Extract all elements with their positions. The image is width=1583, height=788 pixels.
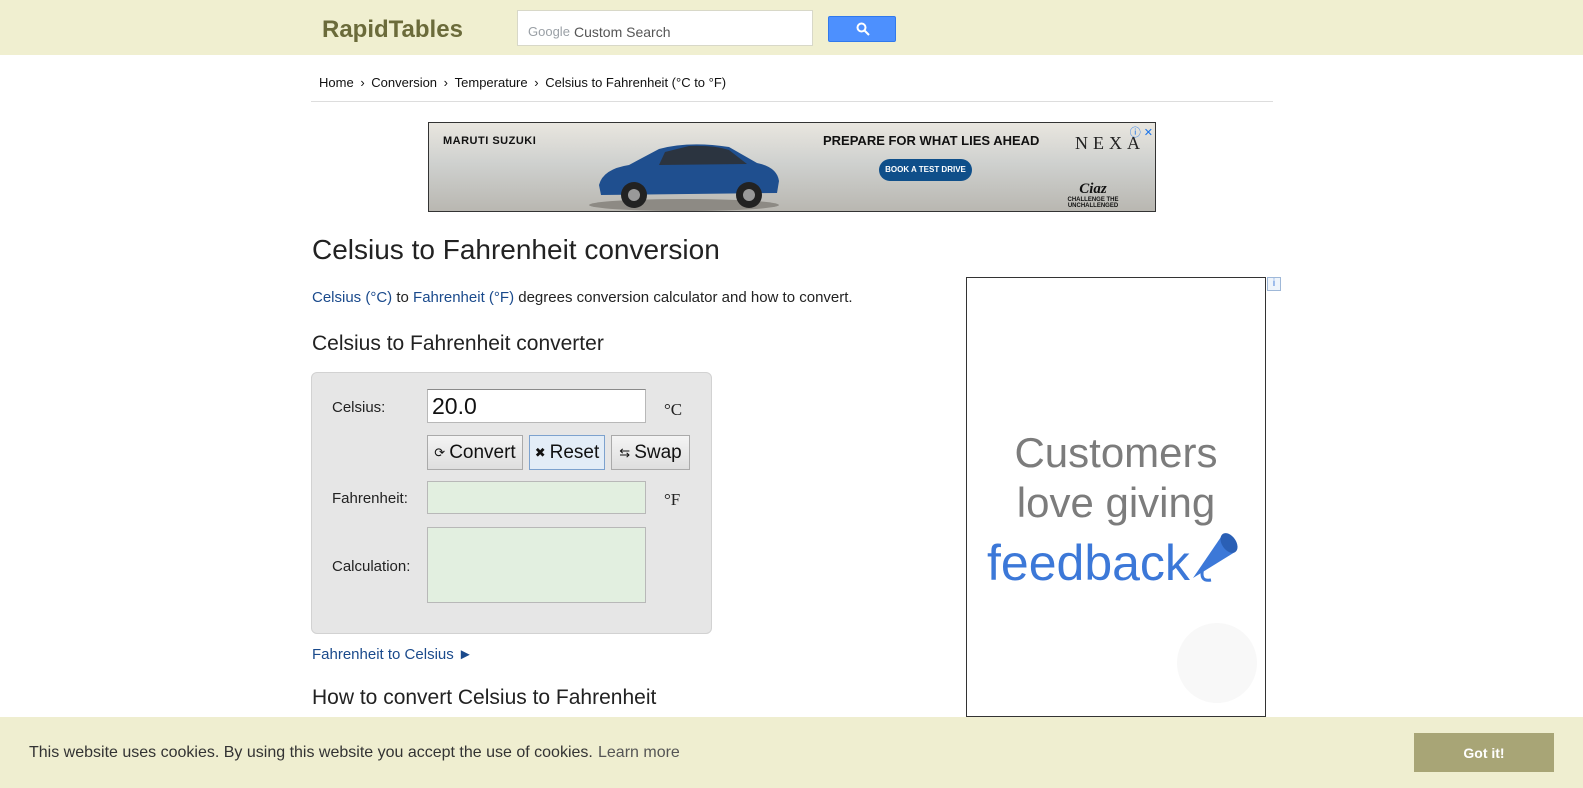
search-icon — [856, 22, 870, 36]
breadcrumb: Home › Conversion › Temperature › Celsiu… — [319, 75, 726, 90]
info-icon[interactable]: i — [1267, 277, 1281, 291]
intro-text: Celsius (°C) to Fahrenheit (°F) degrees … — [312, 289, 853, 306]
reset-button-label: Reset — [549, 441, 600, 463]
swap-button[interactable]: ⇆ Swap — [611, 435, 690, 470]
ad-model: Ciaz — [1079, 181, 1107, 197]
refresh-icon: ⟳ — [434, 444, 446, 460]
fahrenheit-label: Fahrenheit: — [332, 490, 408, 507]
converter-heading: Celsius to Fahrenheit converter — [312, 332, 604, 355]
fahrenheit-to-celsius-link[interactable]: Fahrenheit to Celsius ► — [312, 646, 473, 663]
site-logo[interactable]: RapidTables — [322, 16, 463, 44]
page-title: Celsius to Fahrenheit conversion — [312, 234, 720, 265]
how-to-heading: How to convert Celsius to Fahrenheit — [312, 686, 657, 709]
ad-choices-icon[interactable]: ⓘ ✕ — [1130, 124, 1153, 140]
swap-icon: ⇆ — [619, 444, 631, 460]
accept-cookies-button[interactable]: Got it! — [1414, 733, 1554, 772]
banner-ad[interactable]: MARUTI SUZUKI PREPARE FOR WHAT LIES AHEA… — [428, 122, 1156, 212]
calculation-label: Calculation: — [332, 558, 411, 575]
breadcrumb-home[interactable]: Home — [319, 75, 354, 90]
google-brand-label: Google — [528, 24, 570, 39]
close-icon: ✖ — [534, 444, 546, 460]
ad-brand: MARUTI SUZUKI — [443, 135, 537, 147]
celsius-unit: °C — [664, 400, 683, 419]
breadcrumb-separator: › — [360, 75, 365, 90]
breadcrumb-current: Celsius to Fahrenheit (°C to °F) — [545, 75, 727, 90]
converter-panel: Celsius: °C ⟳ Convert ✖ Reset ⇆ Swap Fah… — [311, 372, 712, 634]
convert-button[interactable]: ⟳ Convert — [427, 435, 523, 470]
fahrenheit-unit: °F — [664, 490, 681, 509]
convert-button-label: Convert — [449, 441, 516, 463]
cookie-banner: This website uses cookies. By using this… — [0, 717, 1583, 788]
fahrenheit-output[interactable] — [427, 481, 646, 514]
search-placeholder[interactable]: Custom Search — [574, 24, 670, 40]
ad-line-3: feedback — [987, 535, 1190, 591]
ad-cta-button[interactable]: BOOK A TEST DRIVE — [879, 159, 972, 181]
ad-tagline: CHALLENGE THE UNCHALLENGED — [1067, 197, 1119, 209]
celsius-label: Celsius: — [332, 399, 386, 416]
ad-decoration — [1177, 623, 1257, 703]
ad-headline: PREPARE FOR WHAT LIES AHEAD — [823, 133, 1040, 148]
celsius-input[interactable] — [427, 389, 646, 423]
ad-line-1-2: Customers love giving — [967, 428, 1265, 528]
breadcrumb-separator: › — [534, 75, 539, 90]
swap-button-label: Swap — [634, 441, 682, 463]
top-header: RapidTables Google Custom Search — [0, 0, 1583, 55]
calculation-output[interactable] — [427, 527, 646, 603]
breadcrumb-temperature[interactable]: Temperature — [455, 75, 528, 90]
intro-rest: degrees conversion calculator and how to… — [518, 289, 853, 306]
sidebar-ad[interactable]: Customers love giving feedback — [966, 277, 1266, 717]
cookie-message: This website uses cookies. By using this… — [29, 744, 593, 761]
ad-line-2: love giving — [1016, 479, 1216, 526]
ad-line-1: Customers — [1014, 429, 1218, 476]
car-image — [589, 144, 779, 211]
fahrenheit-link[interactable]: Fahrenheit (°F) — [413, 289, 514, 306]
divider — [311, 101, 1273, 102]
search-button[interactable] — [828, 16, 896, 42]
megaphone-icon — [1193, 533, 1238, 582]
breadcrumb-conversion[interactable]: Conversion — [371, 75, 437, 90]
reset-button[interactable]: ✖ Reset — [529, 435, 605, 470]
celsius-link[interactable]: Celsius (°C) — [312, 289, 392, 306]
search-box[interactable]: Google Custom Search — [517, 10, 813, 46]
learn-more-link[interactable]: Learn more — [598, 744, 680, 762]
intro-to: to — [396, 289, 409, 306]
breadcrumb-separator: › — [443, 75, 449, 90]
